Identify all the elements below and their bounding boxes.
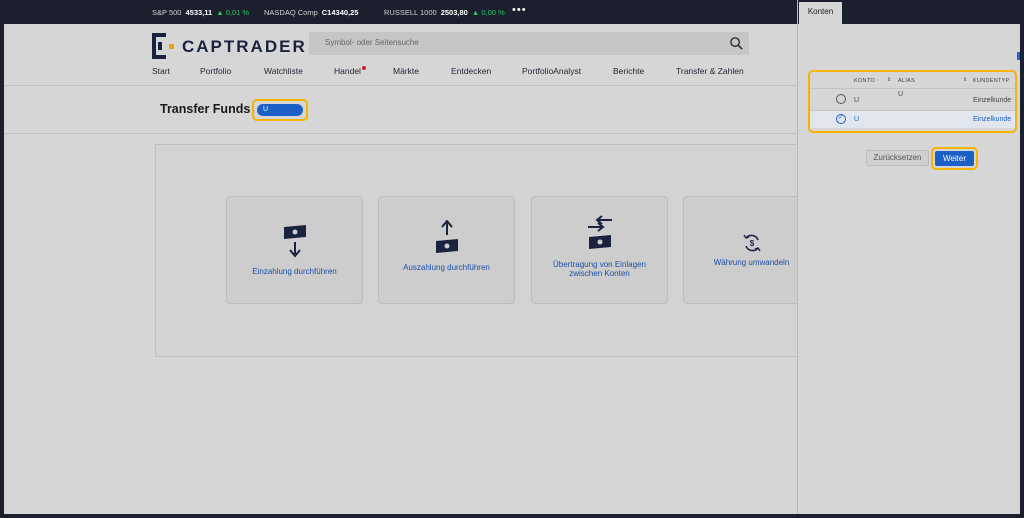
card-transfer-between-accounts[interactable]: Übertragung von Einlagen zwischen Konten bbox=[531, 196, 668, 304]
card-currency-label: Währung umwandeln bbox=[713, 258, 790, 267]
title-divider bbox=[4, 133, 797, 134]
drawer-header: Konten bbox=[798, 0, 1020, 26]
nav-item-watchliste[interactable]: Watchliste bbox=[264, 66, 303, 76]
row1-konto: U bbox=[854, 97, 860, 104]
account-selector-highlight: U bbox=[252, 99, 308, 121]
main-app: CAPTRADER Symbol- oder Seitensuche Start… bbox=[4, 24, 797, 514]
svg-text:$: $ bbox=[749, 239, 754, 248]
logo-dot bbox=[169, 44, 174, 49]
row1-type: Einzelkunde bbox=[973, 97, 1012, 104]
nav-item-portfolioanalyst[interactable]: PortfolioAnalyst bbox=[522, 66, 581, 76]
account-selector[interactable]: U bbox=[257, 104, 303, 116]
search-icon[interactable] bbox=[729, 36, 744, 51]
logo-mark-icon bbox=[152, 33, 166, 59]
nav-item-entdecken[interactable]: Entdecken bbox=[451, 66, 491, 76]
currency-convert-icon: $ bbox=[742, 234, 761, 252]
deposit-icon bbox=[283, 225, 306, 258]
header-divider bbox=[4, 85, 797, 86]
row2-type: Einzelkunde bbox=[973, 116, 1012, 123]
account-radio-2[interactable] bbox=[836, 113, 846, 124]
drawer-edge-marker bbox=[1017, 52, 1020, 60]
ticker-item-russell[interactable]: RUSSELL 1000 2503,80 ▲ 0,00 % bbox=[384, 8, 505, 17]
market-ticker: S&P 500 4533,11 ▲ 0,01 % NASDAQ Comp C14340… bbox=[0, 0, 797, 24]
row1-alias: U bbox=[898, 91, 904, 98]
card-deposit-label: Einzahlung durchführen bbox=[252, 267, 337, 276]
transfer-options-panel: Einzahlung durchführen Auszahlung durchf… bbox=[155, 144, 797, 357]
sort-icon[interactable]: ⇕ bbox=[887, 77, 891, 83]
accounts-drawer: Konten KONTO ⇕ ALIAS ⇕ KUNDENTYP U U Ein… bbox=[797, 0, 1020, 514]
page-title: Transfer Funds bbox=[160, 102, 251, 116]
tab-konten[interactable]: Konten bbox=[799, 2, 842, 26]
search-input[interactable]: Symbol- oder Seitensuche bbox=[309, 32, 749, 55]
account-radio-1[interactable] bbox=[836, 94, 846, 104]
nav-item-start[interactable]: Start bbox=[152, 66, 170, 76]
search-placeholder: Symbol- oder Seitensuche bbox=[325, 38, 419, 47]
card-withdraw[interactable]: Auszahlung durchführen bbox=[378, 196, 515, 304]
column-konto[interactable]: KONTO bbox=[854, 78, 875, 84]
ticker-more-icon[interactable]: ••• bbox=[512, 4, 527, 16]
row2-konto: U bbox=[854, 116, 860, 123]
main-nav: Start Portfolio Watchliste Handel Märkte… bbox=[4, 66, 797, 80]
logo-text: CAPTRADER bbox=[182, 37, 307, 56]
ticker-item-nasdaq[interactable]: NASDAQ Comp C14340,25 bbox=[264, 8, 358, 17]
reset-button[interactable]: Zurücksetzen bbox=[866, 150, 929, 166]
header-line bbox=[810, 88, 1015, 89]
nav-item-maerkte[interactable]: Märkte bbox=[393, 66, 419, 76]
card-transfer-label: Übertragung von Einlagen zwischen Konten bbox=[553, 260, 646, 278]
next-button-highlight: Weiter bbox=[931, 147, 978, 170]
card-currency-convert[interactable]: $ Währung umwandeln bbox=[683, 196, 797, 304]
accounts-table: KONTO ⇕ ALIAS ⇕ KUNDENTYP U U Einzelkund… bbox=[808, 70, 1017, 133]
withdraw-icon bbox=[435, 220, 458, 253]
card-withdraw-label: Auszahlung durchführen bbox=[403, 263, 490, 272]
column-alias[interactable]: ALIAS bbox=[898, 78, 915, 84]
nav-item-portfolio[interactable]: Portfolio bbox=[200, 66, 231, 76]
captrader-logo[interactable]: CAPTRADER bbox=[152, 33, 305, 59]
nav-item-transfer-zahlen[interactable]: Transfer & Zahlen bbox=[676, 66, 744, 76]
next-button[interactable]: Weiter bbox=[935, 151, 974, 166]
screen: S&P 500 4533,11 ▲ 0,01 % NASDAQ Comp C14340… bbox=[0, 0, 1024, 518]
sort-icon[interactable]: ⇕ bbox=[963, 77, 967, 83]
transfer-icon bbox=[587, 215, 612, 249]
column-kundentyp[interactable]: KUNDENTYP bbox=[973, 78, 1010, 84]
notification-dot bbox=[362, 66, 366, 70]
card-deposit[interactable]: Einzahlung durchführen bbox=[226, 196, 363, 304]
nav-item-handel[interactable]: Handel bbox=[334, 66, 361, 76]
ticker-item-sp500[interactable]: S&P 500 4533,11 ▲ 0,01 % bbox=[152, 8, 249, 17]
nav-item-berichte[interactable]: Berichte bbox=[613, 66, 644, 76]
